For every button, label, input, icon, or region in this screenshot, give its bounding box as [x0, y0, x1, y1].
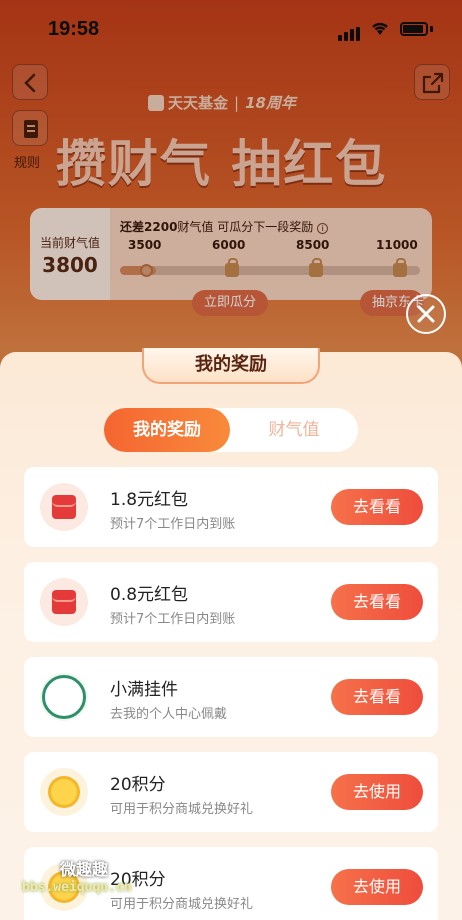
reward-action-button[interactable]: 去看看: [331, 489, 423, 525]
reward-action-button[interactable]: 去使用: [331, 774, 423, 810]
close-modal-button[interactable]: [406, 294, 446, 334]
watermark: 微趣趣 bbs.weiququ.cn: [10, 856, 210, 912]
reward-desc: 预计7个工作日内到账: [110, 612, 236, 627]
reward-desc: 预计7个工作日内到账: [110, 517, 236, 532]
pendant-icon: [42, 675, 86, 719]
reward-title: 20积分: [110, 775, 166, 795]
red-envelope-icon: [52, 495, 76, 519]
reward-title: 1.8元红包: [110, 490, 189, 510]
points-coin-icon: [48, 776, 80, 808]
tab-energy-value[interactable]: 财气值: [230, 408, 358, 452]
watermark-line-1: 微趣趣: [60, 860, 109, 879]
reward-desc: 可用于积分商城兑换好礼: [110, 802, 254, 817]
reward-card: 1.8元红包 预计7个工作日内到账 去看看: [24, 467, 438, 547]
reward-action-button[interactable]: 去使用: [331, 869, 423, 905]
reward-card: 0.8元红包 预计7个工作日内到账 去看看: [24, 562, 438, 642]
reward-title: 小满挂件: [110, 680, 178, 700]
panel-title: 我的奖励: [142, 348, 320, 384]
reward-card: 小满挂件 去我的个人中心佩戴 去看看: [24, 657, 438, 737]
panel-tabs: 我的奖励 财气值: [104, 408, 358, 452]
tab-my-rewards[interactable]: 我的奖励: [104, 408, 230, 452]
reward-title: 0.8元红包: [110, 585, 189, 605]
reward-action-button[interactable]: 去看看: [331, 584, 423, 620]
red-envelope-icon: [52, 590, 76, 614]
close-icon: [417, 305, 435, 323]
watermark-line-2: bbs.weiququ.cn: [22, 880, 132, 895]
reward-action-button[interactable]: 去看看: [331, 679, 423, 715]
reward-desc: 去我的个人中心佩戴: [110, 707, 228, 722]
reward-card: 20积分 可用于积分商城兑换好礼 去使用: [24, 752, 438, 832]
